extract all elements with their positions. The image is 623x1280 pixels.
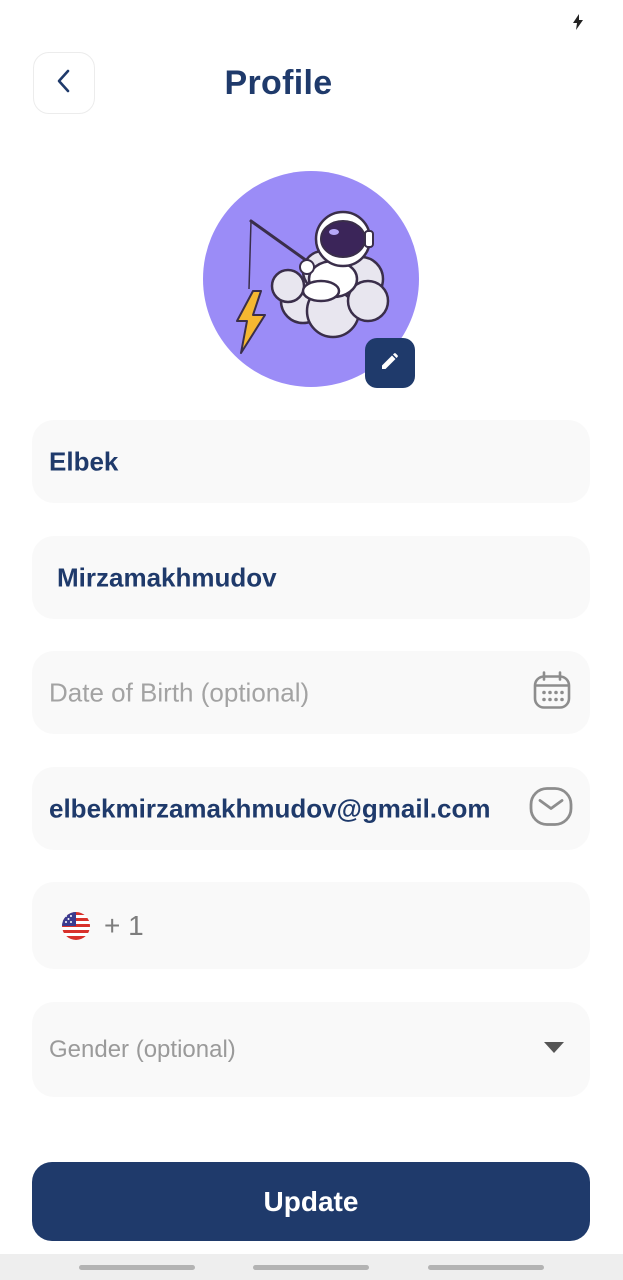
status-bar [0,0,623,44]
system-nav-bar [0,1254,623,1280]
header: Profile [0,52,623,116]
edit-avatar-button[interactable] [365,338,415,388]
mail-icon [528,785,574,832]
nav-handle-center[interactable] [253,1265,369,1270]
update-button[interactable]: Update [32,1162,590,1241]
last-name-field[interactable]: Mirzamakhmudov [32,536,590,619]
page-title: Profile [224,64,333,102]
nav-handle-left[interactable] [79,1265,195,1270]
gender-placeholder: Gender (optional) [49,1035,236,1063]
nav-handle-right[interactable] [428,1265,544,1270]
us-flag-icon[interactable] [62,911,90,940]
email-value: elbekmirzamakhmudov@gmail.com [49,793,491,823]
date-of-birth-field[interactable]: Date of Birth (optional) [32,651,590,734]
last-name-value: Mirzamakhmudov [57,562,277,592]
pencil-icon [379,350,401,377]
avatar-section [203,171,419,388]
gender-select[interactable]: Gender (optional) [32,1002,590,1097]
caret-down-icon [544,1041,564,1059]
dial-code: + 1 [104,909,144,941]
first-name-field[interactable]: Elbek [32,420,590,503]
phone-field[interactable]: + 1 [32,882,590,969]
charging-bolt-icon [573,14,583,35]
first-name-value: Elbek [49,446,119,476]
date-of-birth-placeholder: Date of Birth (optional) [49,677,310,707]
calendar-icon[interactable] [532,670,572,715]
email-field[interactable]: elbekmirzamakhmudov@gmail.com [32,767,590,850]
